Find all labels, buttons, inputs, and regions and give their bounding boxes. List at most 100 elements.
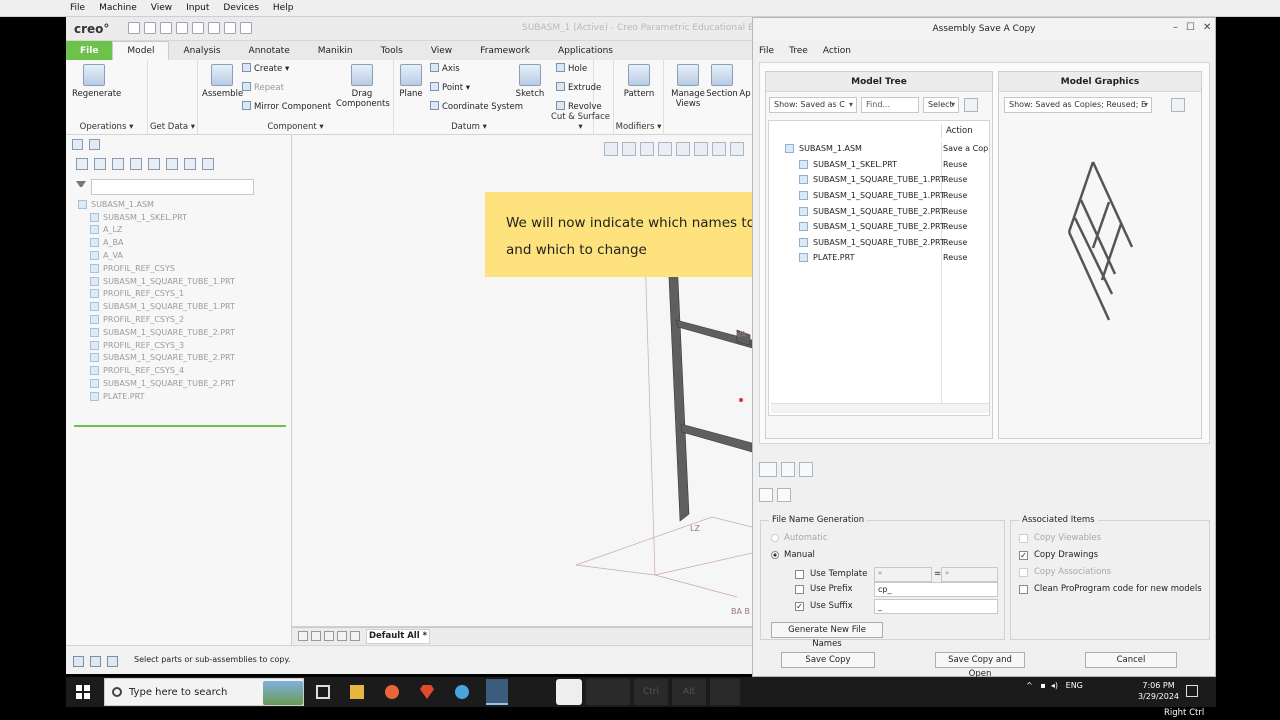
tray-network-icon[interactable]: ▪ [1040,681,1045,690]
tree-item[interactable]: SUBASM_1.ASM [76,198,288,211]
graphics-show-dropdown[interactable]: Show: Saved as Copies; Reused; E [1004,97,1152,113]
layers-icon[interactable] [166,158,178,170]
taskbar-clock[interactable]: 7:06 PM 3/29/2024 [1138,680,1179,702]
tab-view[interactable]: View [417,41,466,60]
tree-item[interactable]: A_VA [76,249,288,262]
save-copy-row[interactable]: SUBASM_1_SQUARE_TUBE_2.PRT Reuse [769,219,991,235]
row-action[interactable]: Reuse [943,191,967,200]
show-saved-dropdown[interactable]: Show: Saved as C [769,97,857,113]
tray-chevron-icon[interactable]: ^ [1026,681,1033,690]
suffix-field[interactable]: _ [874,599,998,614]
browser-icon[interactable] [90,656,101,667]
drag-components-button[interactable]: Drag Components [336,64,390,109]
prev-tab-icon[interactable] [311,631,321,641]
cut-surface-label[interactable]: Cut & Surface ▾ [548,112,613,132]
operations-label[interactable]: Operations ▾ [66,122,147,132]
row-action[interactable]: Reuse [943,160,967,169]
tab-applications[interactable]: Applications [544,41,627,60]
vm-menu-machine[interactable]: Machine [99,3,137,13]
save-icon[interactable] [160,22,172,34]
tree-item[interactable]: PROFIL_REF_CSYS_2 [76,313,288,326]
save-copy-row[interactable]: SUBASM_1_SQUARE_TUBE_1.PRT Reuse [769,172,991,188]
brave-icon[interactable] [420,685,434,699]
task-view-icon[interactable] [316,685,330,699]
section-button[interactable]: Section [706,64,738,99]
save-copy-row[interactable]: SUBASM_1_SQUARE_TUBE_2.PRT Reuse [769,235,991,251]
last-tab-icon[interactable] [337,631,347,641]
tree-search-input[interactable] [91,179,254,195]
graphics-window[interactable]: VA LZ BA B We will now indicate which na… [292,135,824,627]
manual-radio[interactable]: Manual [771,550,815,560]
pattern-button[interactable]: Pattern [620,64,658,99]
notifications-icon[interactable] [1186,685,1198,697]
tree-columns-icon[interactable] [112,158,124,170]
revolve-button[interactable]: Revolve [556,101,602,112]
add-tab-icon[interactable] [350,631,360,641]
clean-proprogram-checkbox[interactable]: Clean ProProgram code for new models [1019,584,1202,594]
model-preview[interactable] [1049,152,1149,332]
copy-viewables-checkbox[interactable]: Copy Viewables [1019,533,1101,543]
save-copy-button[interactable]: Save Copy [781,652,875,668]
horizontal-scrollbar[interactable] [771,403,989,413]
appearance-button-partial[interactable]: Ap [738,89,752,99]
first-tab-icon[interactable] [298,631,308,641]
manage-views-button[interactable]: Manage Views [670,64,706,109]
generate-new-file-names-button[interactable]: Generate New File Names [771,622,883,649]
tree-item[interactable]: SUBASM_1_SQUARE_TUBE_2.PRT [76,352,288,365]
folder-browser-tab-icon[interactable] [89,139,100,150]
row-action[interactable]: Reuse [943,175,967,184]
tree-item[interactable]: PROFIL_REF_CSYS_1 [76,288,288,301]
tree-item[interactable]: SUBASM_1_SQUARE_TUBE_1.PRT [76,300,288,313]
use-suffix-checkbox[interactable]: ✓ Use Suffix [795,601,853,611]
modifiers-label[interactable]: Modifiers ▾ [614,122,663,132]
prefix-field[interactable]: cp_ [874,582,998,597]
model-tree-tab-icon[interactable] [72,139,83,150]
show-icon[interactable] [130,158,142,170]
regenerate-button[interactable]: Regenerate [72,64,121,99]
dialog-menu-file[interactable]: File [759,46,774,56]
tree-item[interactable]: A_LZ [76,224,288,237]
row-action[interactable]: Reuse [943,207,967,216]
tray-language[interactable]: ENG [1066,681,1083,690]
tree-item[interactable]: SUBASM_1_SQUARE_TUBE_2.PRT [76,326,288,339]
minimize-icon[interactable]: – [1173,22,1178,33]
save-copy-and-open-button[interactable]: Save Copy and Open [935,652,1025,679]
tab-annotate[interactable]: Annotate [235,41,304,60]
close-icon[interactable]: ✕ [1203,22,1211,33]
settings-icon[interactable] [184,158,196,170]
copy-associations-checkbox[interactable]: Copy Associations [1019,567,1111,577]
full-screen-icon[interactable] [107,656,118,667]
filter-funnel-icon[interactable] [76,181,86,191]
list-icon[interactable] [94,158,106,170]
tab-manikin[interactable]: Manikin [304,41,367,60]
creo-taskbar-icon[interactable] [486,679,508,705]
tree-item[interactable]: PROFIL_REF_CSYS_4 [76,364,288,377]
row-action[interactable]: Save a Cop [943,144,988,153]
tree-view-icon[interactable] [759,462,777,477]
open-folder-icon[interactable] [144,22,156,34]
row-action[interactable]: Reuse [943,253,967,262]
use-prefix-checkbox[interactable]: Use Prefix [795,584,852,594]
maximize-icon[interactable]: ☐ [1186,22,1195,33]
vm-menu-view[interactable]: View [151,3,172,13]
copy-drawings-checkbox[interactable]: ✓ Copy Drawings [1019,550,1098,560]
point-button[interactable]: Point ▾ [430,82,470,93]
vm-menu-input[interactable]: Input [186,3,209,13]
close-window-icon[interactable] [240,22,252,34]
save-copy-row[interactable]: PLATE.PRT Reuse [769,250,991,266]
regenerate-small-icon[interactable] [208,22,220,34]
notes-icon[interactable] [202,158,214,170]
template-from-field[interactable]: * [874,567,932,582]
automatic-radio[interactable]: Automatic [771,533,828,543]
default-all-tab[interactable]: Default All * [366,629,430,644]
template-to-field[interactable]: * [941,567,998,582]
save-copy-row[interactable]: SUBASM_1_SQUARE_TUBE_1.PRT Reuse [769,188,991,204]
tree-item[interactable]: PLATE.PRT [76,390,288,403]
detail-view-icon[interactable] [759,488,773,502]
start-windows-icon[interactable] [76,685,90,699]
dialog-menu-action[interactable]: Action [823,46,851,56]
tree-settings-icon[interactable] [964,98,978,112]
tree-item[interactable]: SUBASM_1_SKEL.PRT [76,211,288,224]
tree-item[interactable]: PROFIL_REF_CSYS_3 [76,339,288,352]
assemble-button[interactable]: Assemble [202,64,243,99]
